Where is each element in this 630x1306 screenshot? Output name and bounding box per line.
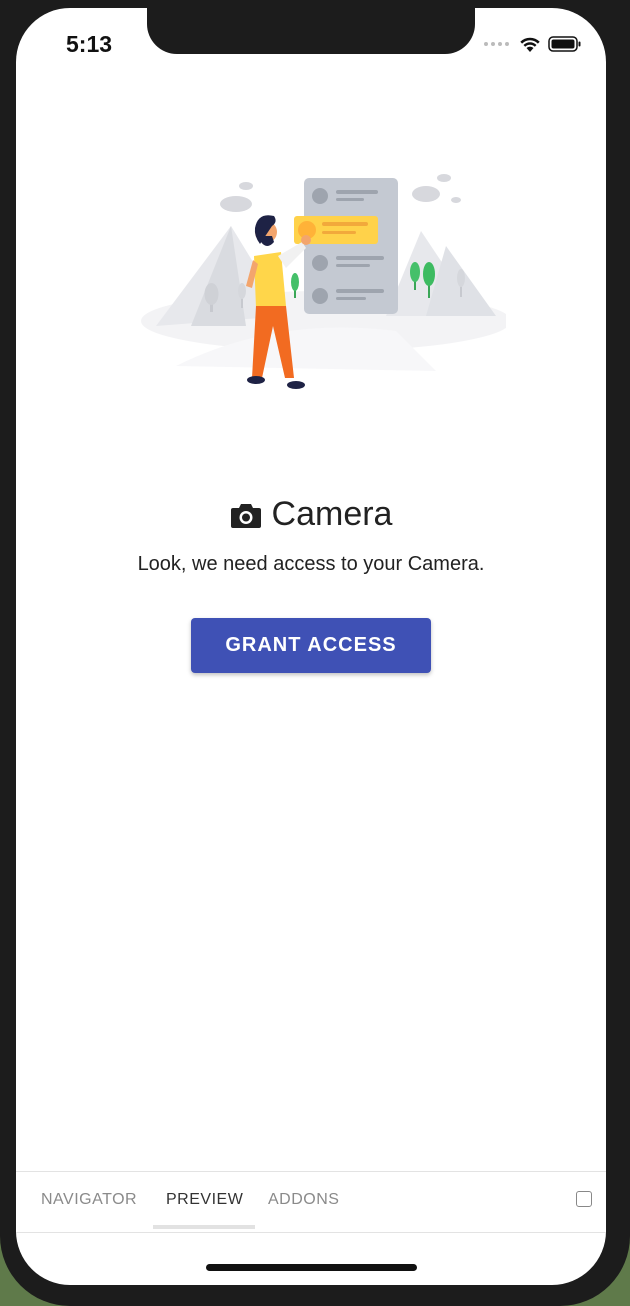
grant-access-button[interactable]: GRANT ACCESS <box>191 618 431 673</box>
battery-icon <box>548 36 581 52</box>
camera-title: Camera <box>271 495 393 533</box>
device-frame: 5:13 Camera Look, we need access to your… <box>0 0 630 1306</box>
device-notch <box>147 8 475 54</box>
camera-permission-message: Look, we need access to your Camera. <box>137 553 485 575</box>
tab-addons[interactable]: ADDONS <box>268 1172 339 1232</box>
camera-title-row: Camera <box>16 495 606 534</box>
fullscreen-toggle-checkbox[interactable] <box>576 1191 592 1207</box>
cellular-signal-icon <box>484 42 509 46</box>
tab-navigator[interactable]: NAVIGATOR <box>41 1172 137 1232</box>
tab-preview[interactable]: PREVIEW <box>166 1172 243 1232</box>
active-tab-indicator <box>153 1225 255 1229</box>
camera-icon <box>230 503 261 528</box>
wifi-icon <box>520 37 540 52</box>
app-screen: 5:13 Camera Look, we need access to your… <box>16 8 606 1285</box>
storybook-tab-bar: NAVIGATOR PREVIEW ADDONS <box>16 1171 606 1233</box>
home-indicator[interactable] <box>206 1264 417 1271</box>
status-time: 5:13 <box>66 31 113 57</box>
status-icons <box>484 35 582 53</box>
permission-illustration <box>141 174 506 389</box>
